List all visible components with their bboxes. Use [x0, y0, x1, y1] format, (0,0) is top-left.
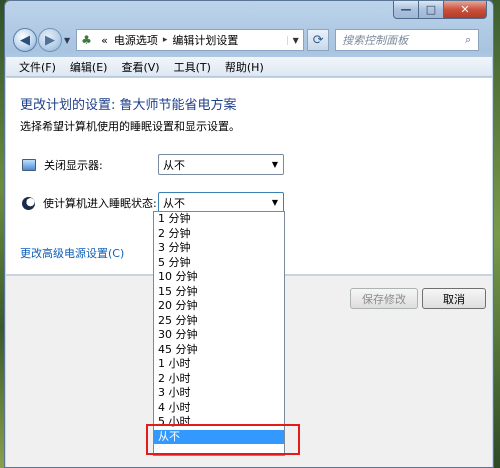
- page-description: 选择希望计算机使用的睡眠设置和显示设置。: [20, 120, 240, 133]
- chevron-down-icon: ▼: [271, 160, 279, 169]
- navigation-row: ◀ ▶ ▼ ♣ « 电源选项 ▸ 编辑计划设置 ▼ ⟳ 搜索控制面板 ⌕: [13, 27, 485, 53]
- dropdown-option[interactable]: 45 分钟: [154, 343, 284, 358]
- maximize-button[interactable]: □: [419, 1, 444, 19]
- menu-bar: 文件(F) 编辑(E) 查看(V) 工具(T) 帮助(H): [6, 57, 492, 77]
- back-button[interactable]: ◀: [13, 28, 37, 52]
- caption-buttons: — □ ✕: [393, 1, 487, 19]
- display-off-row: 关闭显示器:: [22, 157, 103, 173]
- menu-file[interactable]: 文件(F): [12, 59, 63, 75]
- dropdown-option[interactable]: 3 小时: [154, 386, 284, 401]
- dropdown-option[interactable]: 20 分钟: [154, 299, 284, 314]
- sleep-row: 使计算机进入睡眠状态:: [22, 195, 157, 211]
- refresh-button[interactable]: ⟳: [307, 29, 330, 51]
- dropdown-option[interactable]: 3 分钟: [154, 241, 284, 256]
- address-dropdown-icon[interactable]: ▼: [287, 35, 303, 45]
- cancel-button[interactable]: 取消: [422, 288, 486, 309]
- monitor-icon: [22, 159, 36, 171]
- chevron-down-icon: ▼: [271, 198, 279, 207]
- advanced-power-settings-link[interactable]: 更改高级电源设置(C): [20, 245, 124, 261]
- dropdown-option[interactable]: 15 分钟: [154, 285, 284, 300]
- menu-edit[interactable]: 编辑(E): [63, 59, 115, 75]
- forward-arrow-icon: ▶: [45, 32, 55, 48]
- close-button[interactable]: ✕: [444, 1, 487, 19]
- recent-pages-dropdown-icon[interactable]: ▼: [64, 36, 70, 45]
- dropdown-option[interactable]: 5 分钟: [154, 256, 284, 271]
- dropdown-option[interactable]: 2 小时: [154, 372, 284, 387]
- minimize-button[interactable]: —: [393, 1, 419, 19]
- breadcrumb-edit-plan[interactable]: 编辑计划设置: [172, 32, 238, 48]
- search-placeholder: 搜索控制面板: [342, 34, 409, 47]
- dropdown-option[interactable]: 25 分钟: [154, 314, 284, 329]
- menu-help[interactable]: 帮助(H): [218, 59, 271, 75]
- breadcrumb-separator-icon[interactable]: ▸: [163, 35, 168, 45]
- save-changes-button[interactable]: 保存修改: [350, 288, 418, 309]
- search-input[interactable]: 搜索控制面板 ⌕: [335, 29, 480, 51]
- dropdown-option[interactable]: 10 分钟: [154, 270, 284, 285]
- sleep-label: 使计算机进入睡眠状态:: [43, 197, 157, 210]
- menu-view[interactable]: 查看(V): [114, 59, 166, 75]
- dropdown-option[interactable]: 1 分钟: [154, 212, 284, 227]
- menu-tools[interactable]: 工具(T): [167, 59, 218, 75]
- breadcrumb-power-options[interactable]: 电源选项: [114, 32, 158, 48]
- display-off-value: 从不: [163, 158, 185, 172]
- page-title: 更改计划的设置: 鲁大师节能省电方案: [20, 98, 237, 113]
- sleep-value: 从不: [163, 196, 185, 210]
- back-arrow-icon: ◀: [20, 32, 30, 48]
- moon-icon: [22, 196, 35, 210]
- address-bar[interactable]: ♣ « 电源选项 ▸ 编辑计划设置 ▼: [76, 29, 305, 51]
- dropdown-option[interactable]: 1 小时: [154, 357, 284, 372]
- address-prefix[interactable]: «: [101, 34, 108, 47]
- search-icon[interactable]: ⌕: [458, 33, 478, 47]
- refresh-icon: ⟳: [312, 32, 324, 48]
- display-off-select[interactable]: 从不 ▼: [158, 154, 284, 175]
- annotation-highlight-box: [146, 424, 300, 455]
- dropdown-option[interactable]: 4 小时: [154, 401, 284, 416]
- dropdown-option[interactable]: 2 分钟: [154, 227, 284, 242]
- display-off-label: 关闭显示器:: [44, 159, 103, 172]
- sleep-dropdown-list: 1 分钟 2 分钟 3 分钟 5 分钟 10 分钟 15 分钟 20 分钟 25…: [153, 211, 285, 456]
- dropdown-option[interactable]: 30 分钟: [154, 328, 284, 343]
- control-panel-icon: ♣: [81, 33, 92, 47]
- forward-button[interactable]: ▶: [38, 28, 62, 52]
- sleep-select[interactable]: 从不 ▼: [158, 192, 284, 213]
